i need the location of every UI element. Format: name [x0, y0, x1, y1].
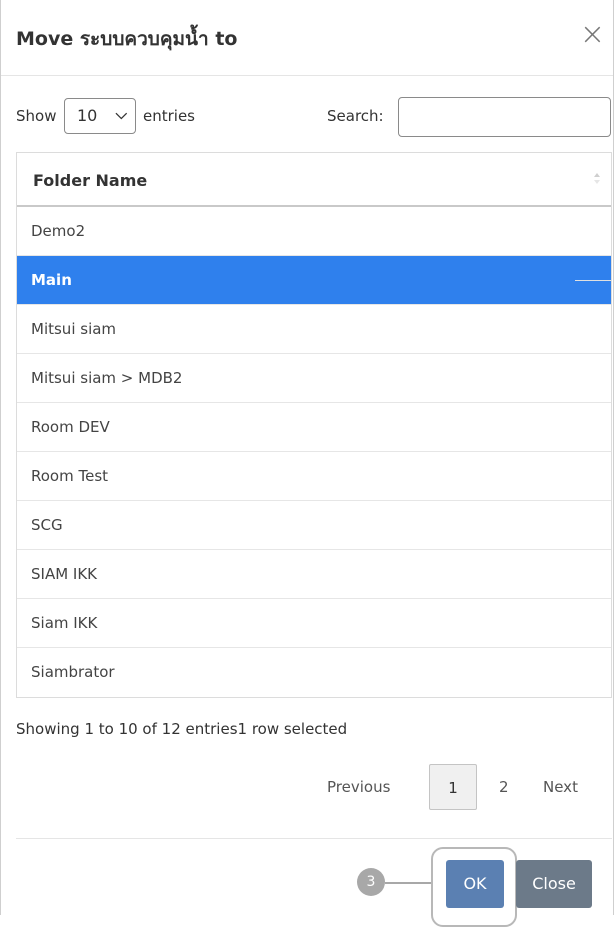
- column-header-folder-name[interactable]: Folder Name: [17, 153, 611, 207]
- pagination-next[interactable]: Next: [543, 764, 578, 810]
- table-row[interactable]: Room Test: [17, 452, 611, 501]
- table-row[interactable]: Room DEV: [17, 403, 611, 452]
- table-info: Showing 1 to 10 of 12 entries1 row selec…: [16, 720, 348, 738]
- show-label: Show: [16, 107, 57, 125]
- search-label: Search:: [327, 107, 384, 125]
- close-icon[interactable]: ×: [580, 20, 605, 50]
- table-body: Demo2 Main Mitsui siam Mitsui siam > MDB2 Ro…: [17, 207, 611, 697]
- chevron-down-icon: ⌵: [115, 105, 127, 123]
- table-row[interactable]: Siam IKK: [17, 599, 611, 648]
- pagination-page-1[interactable]: 1: [429, 764, 477, 810]
- entries-select[interactable]: 10 ⌵: [64, 98, 136, 134]
- folder-name-cell: Room Test: [31, 467, 109, 485]
- table-row[interactable]: SIAM IKK: [17, 550, 611, 599]
- pagination: Previous 1 2 Next: [327, 764, 597, 810]
- table-row[interactable]: Mitsui siam > MDB2: [17, 354, 611, 403]
- table-row[interactable]: Demo2: [17, 207, 611, 256]
- folder-name-cell: Main: [31, 271, 72, 289]
- selection-marker: [575, 280, 611, 281]
- pagination-previous[interactable]: Previous: [327, 764, 390, 810]
- folder-name-cell: Mitsui siam: [31, 320, 117, 338]
- column-header-label: Folder Name: [33, 171, 148, 190]
- table-row[interactable]: Main: [17, 256, 611, 305]
- search-input[interactable]: [398, 97, 611, 137]
- dialog-title: Move ระบบควบคุมน้ำ to: [16, 28, 238, 50]
- folder-name-cell: Siam IKK: [31, 614, 98, 632]
- table-controls: Show 10 ⌵ entries Search:: [16, 96, 612, 138]
- footer-divider: [16, 838, 612, 839]
- folder-name-cell: Room DEV: [31, 418, 110, 436]
- table-row[interactable]: SCG: [17, 501, 611, 550]
- table-row[interactable]: Siambrator: [17, 648, 611, 697]
- step-connector: [385, 882, 431, 884]
- dialog-header: Move ระบบควบคุมน้ำ to ×: [1, 0, 613, 76]
- table-row[interactable]: Mitsui siam: [17, 305, 611, 354]
- move-dialog: Move ระบบควบคุมน้ำ to × Show 10 ⌵ entrie…: [0, 0, 614, 927]
- entries-select-value: 10: [77, 106, 98, 125]
- ok-button[interactable]: OK: [446, 860, 504, 908]
- folder-name-cell: Demo2: [31, 222, 86, 240]
- folder-name-cell: SIAM IKK: [31, 565, 98, 583]
- folder-table: Folder Name Demo2 Main Mitsui siam Mitsui s…: [16, 152, 612, 698]
- pagination-page-2[interactable]: 2: [499, 764, 509, 810]
- folder-name-cell: Siambrator: [31, 663, 115, 681]
- close-button[interactable]: Close: [516, 860, 592, 908]
- entries-label: entries: [143, 107, 195, 125]
- folder-name-cell: Mitsui siam > MDB2: [31, 369, 183, 387]
- folder-name-cell: SCG: [31, 516, 63, 534]
- step-badge: 3: [357, 868, 385, 896]
- sort-icon: [594, 173, 600, 184]
